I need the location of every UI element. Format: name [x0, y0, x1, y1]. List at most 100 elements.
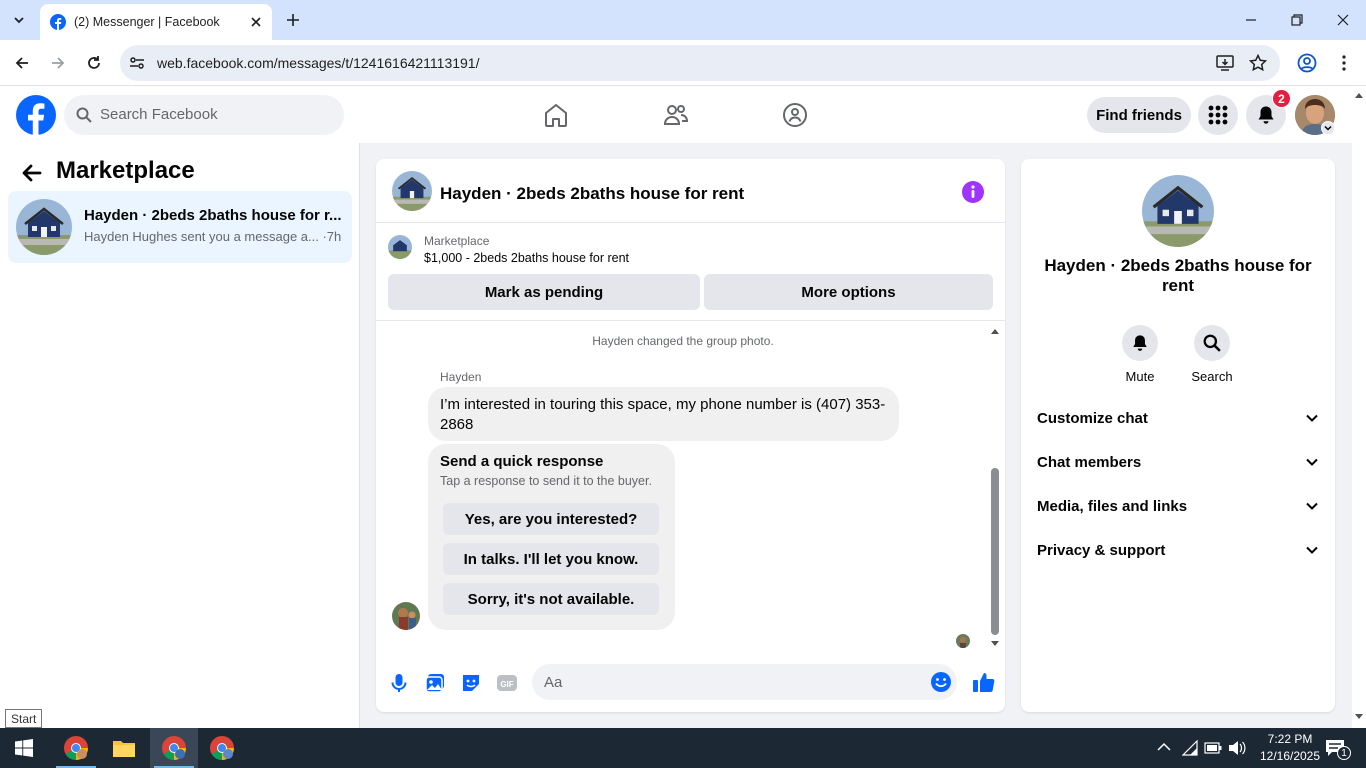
minimize-button[interactable]: [1228, 0, 1274, 40]
marketplace-listing-bar: Marketplace $1,000 - 2beds 2baths house …: [376, 223, 1005, 321]
address-bar[interactable]: web.facebook.com/messages/t/124161642111…: [120, 45, 1280, 81]
message-input-placeholder: Aa: [544, 674, 563, 691]
bell-icon: [1258, 106, 1274, 124]
close-tab-icon[interactable]: [250, 16, 262, 28]
tab-search-dropdown-button[interactable]: [7, 8, 31, 32]
start-tooltip: Start: [5, 709, 43, 728]
nav-home[interactable]: [540, 99, 572, 131]
search-icon: [1203, 334, 1221, 352]
mute-button[interactable]: Mute: [1110, 325, 1170, 384]
quick-response-subtext: Tap a response to send it to the buyer.: [440, 474, 652, 488]
microphone-icon: [391, 674, 407, 692]
chat-title[interactable]: Hayden · 2beds 2baths house for rent: [440, 184, 744, 204]
new-tab-button[interactable]: [282, 9, 304, 31]
sender-avatar[interactable]: [392, 602, 420, 630]
details-thumbnail[interactable]: [1142, 175, 1214, 247]
search-placeholder: Search Facebook: [100, 106, 218, 123]
more-vertical-icon: [1342, 55, 1346, 71]
gif-button[interactable]: GIF: [496, 672, 518, 694]
chat-scrollbar-thumb[interactable]: [991, 468, 999, 635]
quick-response-card: Send a quick response Tap a response to …: [428, 444, 675, 630]
battery-icon[interactable]: [1204, 742, 1222, 754]
quick-response-in-talks-button[interactable]: In talks. I'll let you know.: [443, 543, 659, 575]
account-menu-caret[interactable]: [1321, 121, 1335, 135]
nav-friends[interactable]: [660, 99, 692, 131]
page-title: Marketplace: [56, 157, 195, 184]
forward-button[interactable]: [46, 51, 70, 75]
system-clock[interactable]: 7:22 PM 12/16/2025: [1255, 731, 1325, 765]
arrow-left-icon: [22, 164, 42, 182]
taskbar-chrome-app-2[interactable]: [150, 728, 198, 768]
chrome-icon: [162, 736, 186, 760]
browser-menu-button[interactable]: [1332, 51, 1356, 75]
send-like-button[interactable]: [972, 670, 996, 694]
media-files-links-section[interactable]: Media, files and links: [1037, 493, 1319, 521]
chat-members-section[interactable]: Chat members: [1037, 449, 1319, 477]
minimize-icon: [1246, 19, 1256, 21]
privacy-support-section[interactable]: Privacy & support: [1037, 537, 1319, 565]
svg-text:GIF: GIF: [500, 680, 513, 689]
find-friends-button[interactable]: Find friends: [1087, 97, 1191, 133]
facebook-header: Search Facebook Find friends 2: [0, 87, 1352, 143]
install-app-icon[interactable]: [1216, 54, 1234, 72]
listing-title[interactable]: $1,000 - 2beds 2baths house for rent: [424, 251, 629, 265]
start-button[interactable]: [0, 728, 48, 768]
quick-response-not-available-button[interactable]: Sorry, it's not available.: [443, 583, 659, 615]
conversation-info-button[interactable]: [962, 181, 984, 203]
volume-icon[interactable]: [1228, 740, 1246, 756]
notification-count: 1: [1337, 746, 1351, 760]
mark-as-pending-button[interactable]: Mark as pending: [388, 274, 700, 310]
home-icon: [545, 104, 567, 127]
restore-icon: [1291, 14, 1303, 26]
menu-button[interactable]: [1198, 95, 1238, 135]
back-button[interactable]: [10, 51, 34, 75]
search-in-conversation-button[interactable]: Search: [1182, 325, 1242, 384]
show-hidden-icons-icon[interactable]: [1157, 742, 1171, 752]
close-window-button[interactable]: [1320, 0, 1366, 40]
chevron-down-icon: [1324, 125, 1332, 131]
customize-chat-section[interactable]: Customize chat: [1037, 405, 1319, 433]
url-text: web.facebook.com/messages/t/124161642111…: [157, 55, 480, 71]
profile-button[interactable]: [1295, 51, 1319, 75]
action-center-button[interactable]: 1: [1322, 736, 1351, 760]
network-icon[interactable]: [1182, 740, 1198, 756]
search-label: Search: [1191, 369, 1233, 384]
folder-icon: [113, 741, 135, 757]
emoji-icon[interactable]: [930, 671, 952, 693]
browser-tab-strip: (2) Messenger | Facebook: [0, 0, 1366, 40]
friends-icon: [663, 105, 689, 125]
browser-tab[interactable]: (2) Messenger | Facebook: [40, 4, 272, 40]
more-options-button[interactable]: More options: [704, 274, 993, 310]
nav-groups[interactable]: [779, 99, 811, 131]
read-receipt-avatar: [956, 634, 970, 648]
voice-clip-button[interactable]: [388, 672, 410, 694]
facebook-favicon-icon: [50, 14, 66, 30]
bookmark-star-icon[interactable]: [1249, 54, 1267, 72]
attach-photo-button[interactable]: [424, 672, 446, 694]
reload-button[interactable]: [82, 51, 106, 75]
chevron-down-icon: [1306, 502, 1318, 510]
facebook-logo[interactable]: [16, 95, 56, 135]
close-icon: [1337, 14, 1349, 26]
sticker-icon: [463, 675, 479, 691]
chevron-down-icon: [1306, 458, 1318, 466]
restore-button[interactable]: [1274, 0, 1320, 40]
facebook-search-input[interactable]: Search Facebook: [64, 95, 344, 135]
clock-time: 7:22 PM: [1267, 732, 1313, 746]
info-icon: [962, 181, 984, 203]
message-bubble[interactable]: I’m interested in touring this space, my…: [428, 387, 899, 441]
sticker-button[interactable]: [460, 672, 482, 694]
read-receipt-photo: [956, 634, 970, 648]
taskbar-chrome-app-3[interactable]: [198, 728, 246, 768]
taskbar-chrome-app-1[interactable]: [52, 728, 100, 768]
taskbar-file-explorer[interactable]: [100, 728, 148, 768]
page-scrollbar[interactable]: [1352, 87, 1366, 728]
chat-thumbnail[interactable]: [392, 171, 432, 211]
message-input[interactable]: Aa: [532, 664, 957, 700]
photo-icon: [425, 674, 444, 693]
back-button[interactable]: [20, 161, 44, 185]
conversation-item[interactable]: Hayden · 2beds 2baths house for r... Hay…: [8, 191, 352, 263]
marketplace-label: Marketplace: [424, 234, 490, 248]
quick-response-yes-button[interactable]: Yes, are you interested?: [443, 503, 659, 535]
site-settings-icon[interactable]: [129, 55, 145, 71]
